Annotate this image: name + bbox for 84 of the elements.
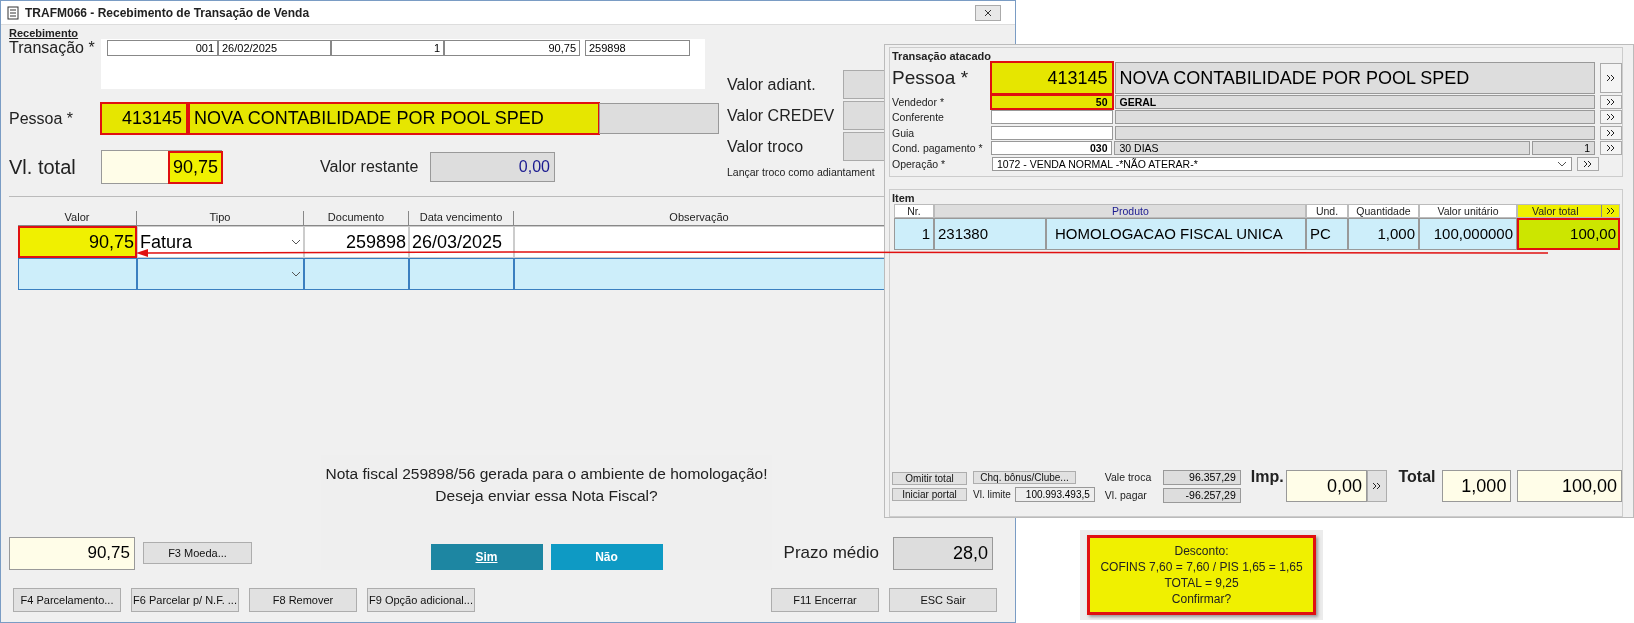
field-label: Conferente — [892, 111, 945, 124]
field-label: Valor adiant. — [727, 75, 816, 94]
table-cell: 100,000000 — [1419, 217, 1517, 250]
table-cell: 90,75 — [18, 226, 137, 258]
action-button[interactable]: F9 Opção adicional... — [367, 588, 475, 612]
option-label: Lançar troco como adiantament — [727, 166, 876, 178]
table-cell: 259898 — [304, 226, 409, 258]
field-label: Cond. pagamento * — [892, 142, 984, 155]
column-header: Valor total — [1517, 203, 1620, 218]
name-field: 30 DIAS — [1114, 141, 1530, 156]
table-cell: HOMOLOGACAO FISCAL UNICA — [1046, 217, 1306, 250]
table-cell: 90,75 — [444, 40, 580, 56]
field-label: Pessoa * — [892, 67, 970, 89]
input-field: 1 — [1531, 141, 1596, 156]
field-label: Pessoa * — [9, 109, 75, 128]
note-text: COFINS 7,60 = 7,60 / PIS 1,65 = 1,65 — [1100, 559, 1303, 575]
name-field[interactable]: NOVA CONTABILIDADE POR POOL SPED — [189, 103, 599, 134]
group-title: Transação atacado — [892, 50, 993, 62]
note-text: Desconto: — [1174, 543, 1229, 559]
group-title: Recebimento — [9, 27, 79, 39]
total-field[interactable]: 90,75 — [101, 150, 222, 184]
table-cell: 26/02/2025 — [218, 40, 331, 56]
column-header: Und. — [1306, 203, 1348, 218]
field-label: Guia — [892, 126, 916, 139]
table-cell: 1 — [331, 40, 444, 56]
limit-field: 100.993.493,5 — [1014, 486, 1095, 502]
window-title: TRAFM066 - Recebimento de Transação de Venda — [25, 5, 311, 20]
currency-button[interactable]: F3 Moeda... — [143, 542, 252, 564]
tax-field: 0,00 — [1285, 470, 1368, 502]
name-field: NOVA CONTABILIDADE POR POOL SPED — [1114, 62, 1596, 94]
field-label: Imp. — [1250, 468, 1284, 486]
column-header: Produto — [1046, 203, 1306, 218]
action-button[interactable]: F6 Parcelar p/ N.F. ... — [131, 588, 239, 612]
action-button[interactable]: F8 Remover — [249, 588, 357, 612]
field-label: Prazo médio — [783, 543, 879, 563]
field-label: Valor CREDEV — [727, 106, 835, 125]
field-label: Vl. total — [9, 155, 77, 179]
field-label: Valor restante — [320, 158, 420, 176]
action-button[interactable]: F4 Parcelamento... — [13, 588, 121, 612]
field-label: Operação * — [892, 157, 947, 170]
average-term-field: 28,0 — [893, 536, 993, 570]
note-text: Confirmar? — [1171, 591, 1232, 607]
name-field: GERAL — [1114, 94, 1596, 109]
total-field: 90,75 — [9, 536, 135, 570]
field-label: Total — [1398, 468, 1436, 486]
column-header: Nr. — [894, 203, 934, 218]
note-text: TOTAL = 9,25 — [1164, 575, 1239, 591]
table-cell: 001 — [107, 40, 218, 56]
dialog-message: Deseja enviar essa Nota Fiscal? — [435, 486, 658, 506]
amount-field: -96.257,29 — [1162, 487, 1241, 503]
field-label: Valor troco — [727, 137, 804, 156]
table-cell: PC — [1306, 217, 1348, 250]
omit-total-button[interactable]: Omitir total — [892, 471, 967, 485]
table-cell: 259898 — [585, 40, 690, 56]
code-field[interactable]: 413145 — [101, 103, 187, 134]
column-header: Quantidade — [1348, 203, 1419, 218]
portal-button[interactable]: Iniciar portal — [892, 487, 967, 501]
field-label: Vendedor * — [892, 95, 945, 108]
remaining-field: 0,00 — [430, 152, 555, 182]
field-label: Transação * — [9, 39, 96, 57]
total-field: 100,00 — [1517, 470, 1622, 502]
type-dropdown[interactable]: Fatura — [137, 226, 304, 258]
operation-dropdown[interactable]: 1072 - VENDA NORMAL -*NÃO ATERAR-* — [992, 156, 1572, 171]
quantity-field: 1,000 — [1441, 470, 1512, 502]
table-cell: 100,00 — [1517, 217, 1620, 250]
field-label: Vl. limite — [973, 488, 1011, 500]
code-field[interactable]: 50 — [991, 94, 1113, 109]
field-label: Vale troca — [1104, 471, 1153, 483]
code-field[interactable]: 413145 — [991, 62, 1113, 94]
action-button[interactable]: F11 Encerrar — [771, 588, 879, 612]
table-cell: 1,000 — [1348, 217, 1419, 250]
field-label: Vl. pagar — [1104, 489, 1148, 501]
action-button[interactable]: ESC Sair — [889, 588, 997, 612]
code-field[interactable]: 030 — [991, 141, 1113, 156]
group-title: Item — [892, 191, 916, 204]
amount-field: 96.357,29 — [1162, 469, 1241, 485]
table-cell: 231380 — [934, 217, 1046, 250]
table-cell: 26/03/2025 — [409, 226, 514, 258]
bonus-button[interactable]: Chq. bônus/Clube... — [973, 470, 1076, 484]
column-header: Valor unitário — [1419, 203, 1517, 218]
dialog-message: Nota fiscal 259898/56 gerada para o ambiente de homologação! — [325, 464, 768, 484]
dialog-button[interactable]: Sim — [430, 544, 543, 570]
total-value: 90,75 — [169, 152, 221, 182]
table-cell: 1 — [894, 217, 934, 250]
